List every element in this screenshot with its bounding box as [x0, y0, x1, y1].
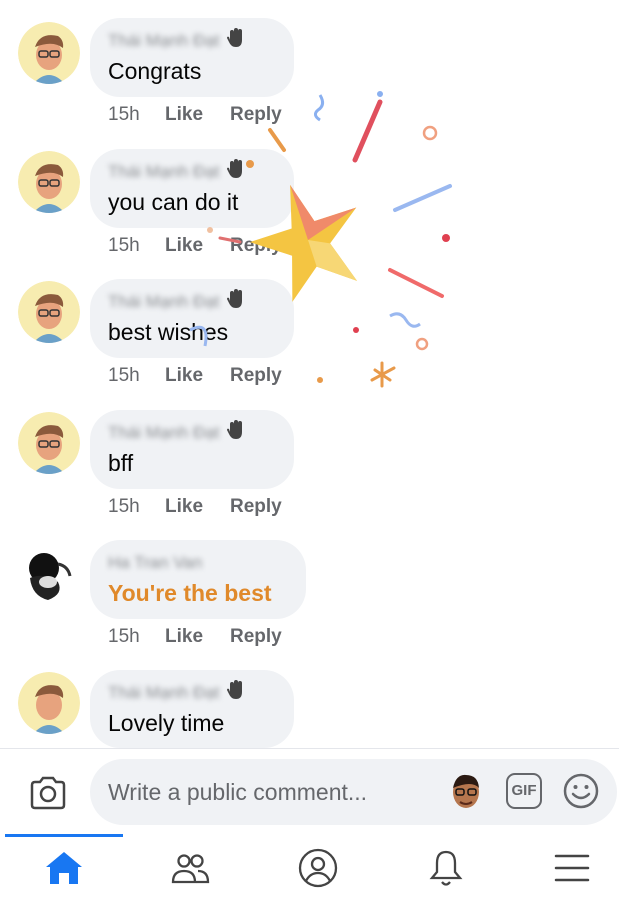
profile-icon	[298, 848, 338, 888]
comment-input[interactable]: Write a public comment... GIF	[90, 759, 617, 825]
comment-bubble[interactable]: Thái Mạnh Đạt best wishes	[90, 279, 294, 358]
home-icon	[46, 852, 82, 884]
tab-menu[interactable]	[550, 846, 594, 890]
comment-author[interactable]: Thái Mạnh Đạt	[108, 683, 220, 703]
avatar[interactable]	[18, 22, 80, 84]
avatar[interactable]	[18, 542, 80, 604]
comment-bubble[interactable]: Thái Mạnh Đạt bff	[90, 410, 294, 489]
wave-icon	[227, 289, 242, 308]
comment-author[interactable]: Thái Mạnh Đạt	[108, 423, 220, 443]
comment-bubble[interactable]: Thái Mạnh Đạt you can do it	[90, 149, 294, 228]
avatar[interactable]	[18, 281, 80, 343]
tab-friends[interactable]	[168, 846, 212, 890]
comment-text: You're the best	[108, 580, 272, 606]
reply-button[interactable]: Reply	[230, 365, 282, 387]
avatar[interactable]	[18, 151, 80, 213]
comment-text: Lovely time	[108, 710, 225, 736]
wave-icon	[227, 159, 242, 178]
like-button[interactable]: Like	[165, 626, 203, 648]
comment-author[interactable]: Thái Mạnh Đạt	[108, 162, 220, 182]
friends-icon	[171, 854, 210, 884]
comment-author[interactable]: Ha Tran Van	[108, 553, 202, 573]
comment-text: best wishes	[108, 319, 229, 345]
reply-button[interactable]: Reply	[230, 235, 282, 257]
menu-icon	[554, 854, 590, 882]
avatar-sticker-icon[interactable]	[448, 772, 484, 812]
avatar[interactable]	[18, 672, 80, 734]
comment-bubble[interactable]: Thái Mạnh Đạt Lovely time	[90, 670, 294, 748]
comment-timestamp[interactable]: 15h	[108, 365, 140, 387]
emoji-icon[interactable]	[562, 772, 600, 810]
wave-icon	[227, 28, 242, 47]
tab-profile[interactable]	[296, 846, 340, 890]
wave-icon	[227, 680, 242, 699]
avatar[interactable]	[18, 412, 80, 474]
comment-composer: Write a public comment... GIF	[0, 748, 619, 834]
like-button[interactable]: Like	[165, 104, 203, 126]
comment-timestamp[interactable]: 15h	[108, 626, 140, 648]
comment-timestamp[interactable]: 15h	[108, 104, 140, 126]
comment-text: you can do it	[108, 189, 239, 215]
comment-bubble[interactable]: Thái Mạnh Đạt Congrats	[90, 18, 294, 97]
active-tab-indicator	[5, 834, 123, 837]
comment-timestamp[interactable]: 15h	[108, 235, 140, 257]
bottom-tab-bar	[0, 834, 619, 902]
reply-button[interactable]: Reply	[230, 496, 282, 518]
comment-text: bff	[108, 450, 134, 476]
gif-button[interactable]: GIF	[506, 773, 542, 809]
camera-icon[interactable]	[28, 775, 68, 811]
tab-home[interactable]	[42, 846, 86, 890]
like-button[interactable]: Like	[165, 235, 203, 257]
comment-author[interactable]: Thái Mạnh Đạt	[108, 292, 220, 312]
comment-bubble[interactable]: Ha Tran Van You're the best	[90, 540, 306, 619]
comment-input-placeholder[interactable]: Write a public comment...	[108, 779, 367, 806]
comment-text: Congrats	[108, 58, 202, 84]
notifications-icon	[429, 850, 463, 886]
wave-icon	[227, 420, 242, 439]
like-button[interactable]: Like	[165, 496, 203, 518]
like-button[interactable]: Like	[165, 365, 203, 387]
comment-timestamp[interactable]: 15h	[108, 496, 140, 518]
tab-notifications[interactable]	[424, 846, 468, 890]
comment-author[interactable]: Thái Mạnh Đạt	[108, 31, 220, 51]
reply-button[interactable]: Reply	[230, 626, 282, 648]
reply-button[interactable]: Reply	[230, 104, 282, 126]
